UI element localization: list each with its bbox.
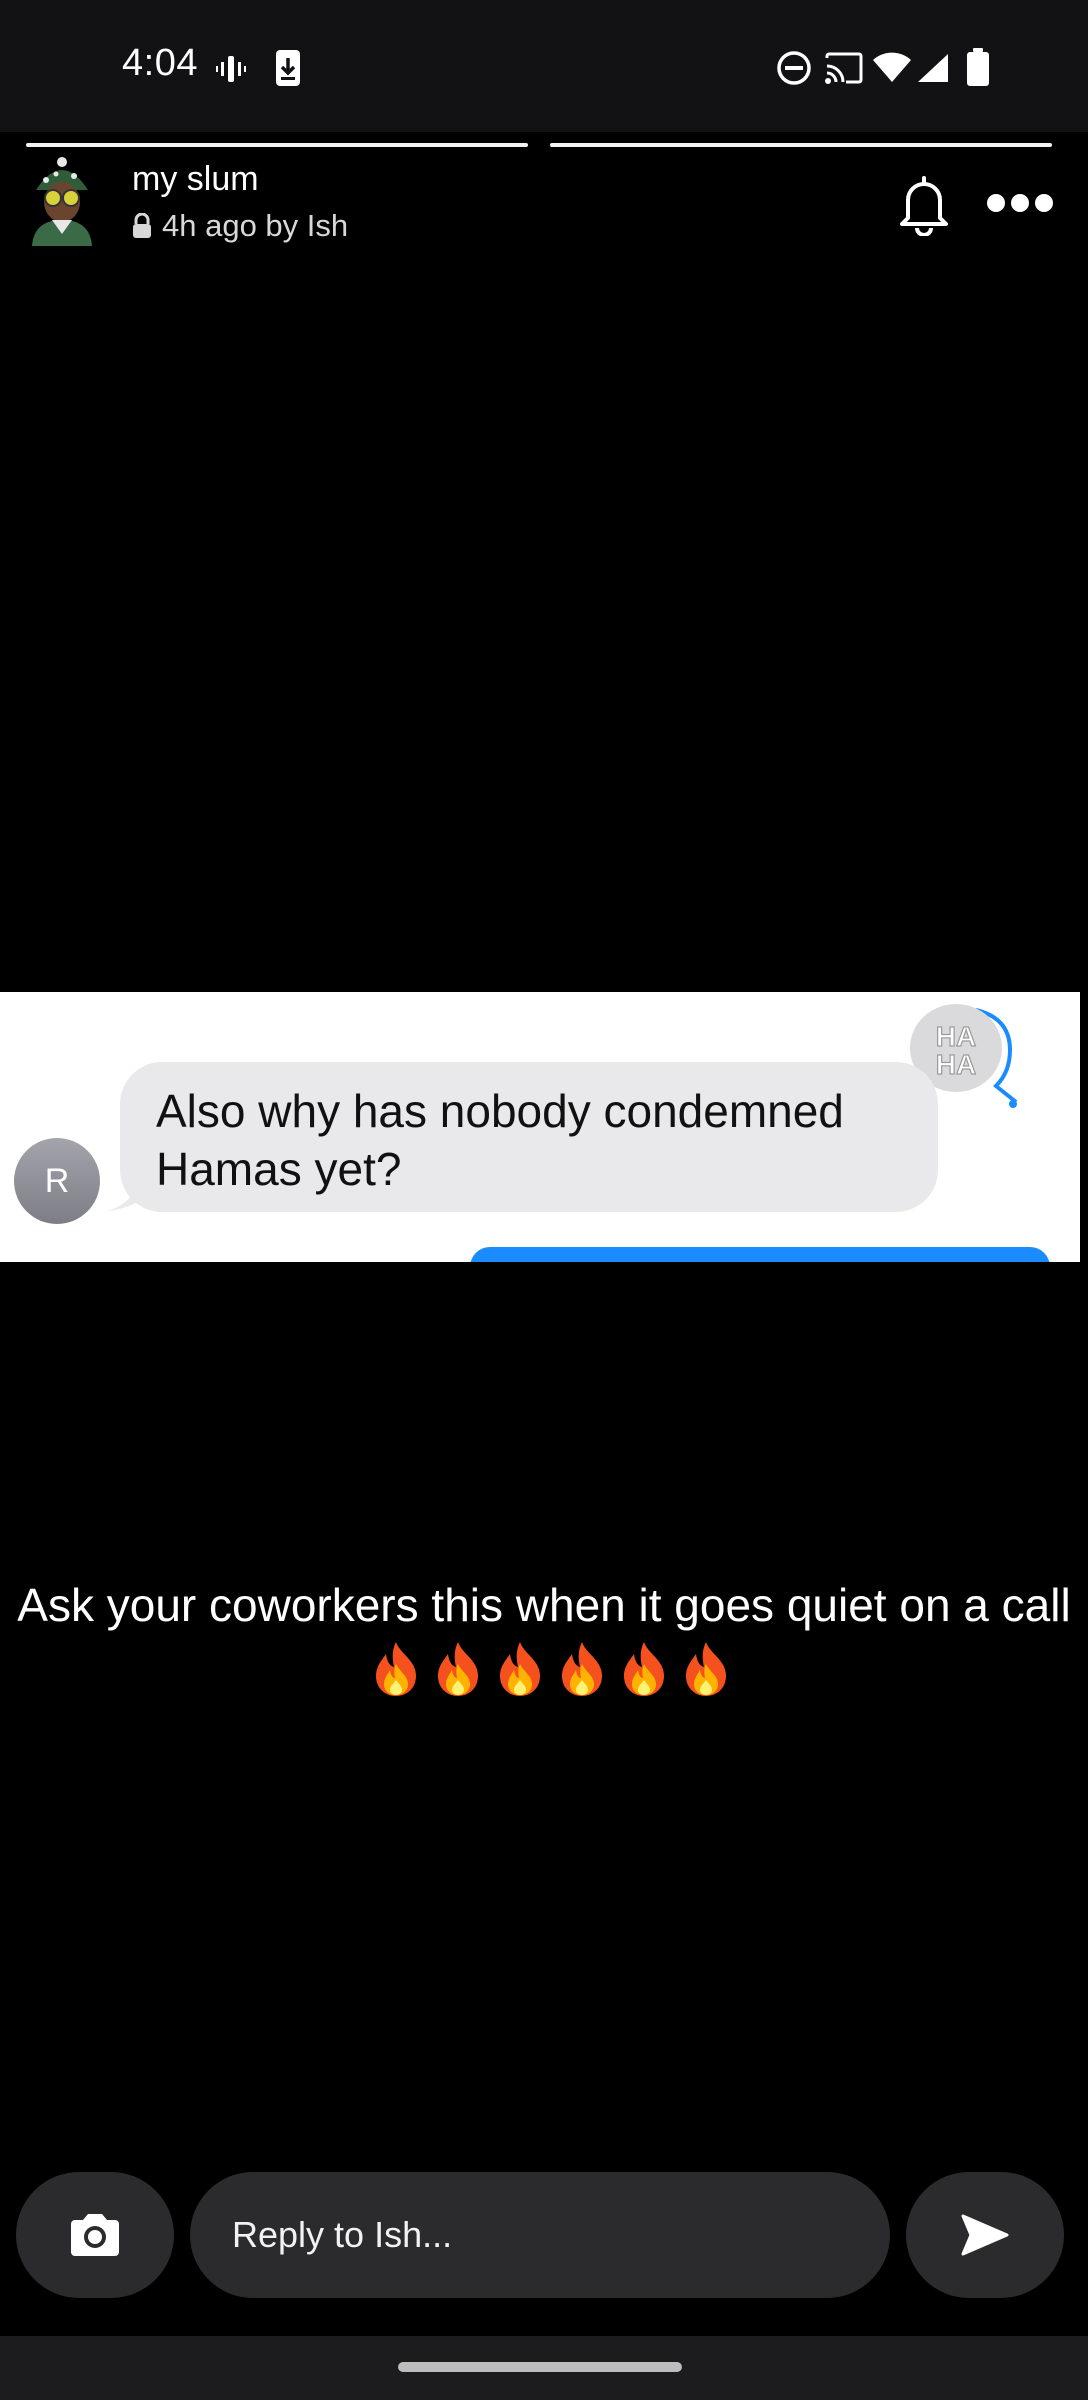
more-options-icon[interactable]: [986, 190, 1054, 216]
fire-emoji: [500, 1641, 540, 1696]
download-icon: [276, 50, 300, 86]
wifi-icon: [873, 52, 911, 82]
story-progress-1: [26, 143, 528, 147]
svg-text:HA: HA: [936, 1049, 976, 1080]
camera-icon: [71, 2214, 119, 2256]
lock-icon: [133, 213, 151, 238]
message-text: Also why has nobody condemned Hamas yet?: [156, 1085, 844, 1195]
battery-icon: [967, 48, 989, 86]
vibrate-icon: [216, 56, 246, 82]
fire-emoji: [562, 1641, 602, 1696]
bell-icon[interactable]: [894, 172, 954, 236]
camera-button[interactable]: [16, 2172, 174, 2298]
dnd-icon: [777, 51, 811, 85]
story-title[interactable]: my slum: [132, 160, 259, 199]
home-indicator[interactable]: [398, 2362, 682, 2372]
story-progress-2: [550, 143, 1052, 147]
haha-text: HA: [936, 1021, 976, 1052]
bubble-tail: [104, 1174, 140, 1212]
signal-icon: [918, 54, 948, 82]
fire-emoji: [438, 1641, 478, 1696]
fire-emoji: [686, 1641, 726, 1696]
story-caption: Ask your coworkers this when it goes qui…: [0, 1576, 1088, 1698]
reply-input[interactable]: Reply to Ish...: [190, 2172, 890, 2298]
message-screenshot: HA HA Also why has nobody condemned Hama…: [0, 992, 1080, 1262]
bitmoji-avatar[interactable]: [26, 156, 98, 246]
contact-avatar: R: [14, 1138, 100, 1224]
story-meta: 4h ago by Ish: [132, 208, 348, 244]
send-button[interactable]: [906, 2172, 1064, 2298]
cast-icon: [825, 52, 863, 84]
caption-text: Ask your coworkers this when it goes qui…: [17, 1579, 1071, 1631]
status-time: 4:04: [122, 42, 198, 84]
send-icon: [961, 2214, 1009, 2256]
fire-emoji: [624, 1641, 664, 1696]
outgoing-bubble-edge: [470, 1247, 1050, 1262]
fire-emoji: [376, 1641, 416, 1696]
fire-emoji-row: [365, 1636, 737, 1698]
status-bar: 4:04: [0, 0, 1088, 132]
story-meta-text: 4h ago by Ish: [162, 208, 349, 243]
